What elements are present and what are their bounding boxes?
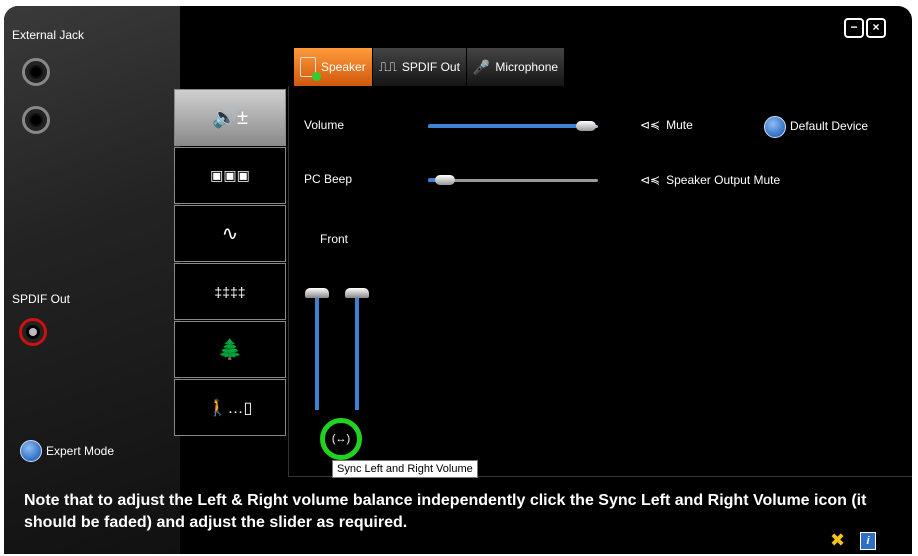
left-channel-slider-track[interactable]	[315, 294, 319, 410]
speaker-settings-sidebar: 🔊± ▣▣▣ ∿ ‡‡‡‡ 🌲 🚶…▯	[174, 89, 286, 437]
speaker-volume-icon: 🔊±	[212, 107, 248, 129]
tab-spdif-out[interactable]: ⎍⎍ SPDIF Out	[372, 48, 467, 86]
default-device-label: Default Device	[790, 119, 869, 133]
left-channel-slider-knob[interactable]	[305, 288, 329, 298]
tab-microphone[interactable]: 🎤 Microphone	[466, 48, 566, 86]
speaker-config-button[interactable]: ▣▣▣	[174, 147, 286, 204]
jack-panel	[4, 6, 180, 554]
waveform-icon: ∿	[221, 223, 239, 245]
muted-speaker-icon: ⊲≼	[640, 118, 661, 132]
expert-mode-label: Expert Mode	[46, 444, 115, 458]
sync-left-right-icon: (↔)	[331, 433, 351, 445]
external-jack-label: External Jack	[12, 28, 85, 42]
speaker-panel	[288, 86, 912, 477]
close-button[interactable]: ×	[866, 18, 886, 38]
external-jack-2[interactable]	[22, 106, 50, 134]
tab-speaker-label: Speaker	[321, 60, 366, 74]
spdif-out-jack[interactable]	[19, 318, 47, 346]
speaker-output-mute-toggle[interactable]: ⊲≼ Speaker Output Mute	[640, 173, 780, 187]
external-jack-1[interactable]	[22, 58, 50, 86]
info-icon[interactable]: i	[860, 532, 876, 550]
device-tabs: Speaker ⎍⎍ SPDIF Out 🎤 Microphone	[294, 48, 566, 86]
equalizer-icon: ‡‡‡‡	[214, 283, 246, 300]
pc-beep-label: PC Beep	[304, 172, 353, 186]
tab-speaker[interactable]: Speaker	[294, 48, 373, 86]
instruction-note: Note that to adjust the Left & Right vol…	[24, 492, 867, 531]
spdif-out-label: SPDIF Out	[12, 292, 71, 306]
speaker-output-mute-label: Speaker Output Mute	[666, 173, 781, 187]
right-channel-slider-track[interactable]	[355, 294, 359, 410]
minimize-button[interactable]: −	[844, 18, 864, 38]
volume-slider-fill	[428, 124, 587, 128]
sound-effects-button[interactable]: ∿	[174, 205, 286, 262]
digital-signal-icon: ⎍⎍	[378, 59, 397, 74]
mute-label: Mute	[666, 118, 693, 132]
front-label: Front	[320, 232, 349, 246]
mute-toggle[interactable]: ⊲≼ Mute	[640, 118, 693, 132]
pc-beep-slider-knob[interactable]	[435, 175, 455, 185]
volume-label: Volume	[304, 118, 345, 132]
microphone-icon: 🎤	[472, 58, 491, 75]
room-correction-button[interactable]: 🚶…▯	[174, 379, 286, 436]
tools-icon[interactable]: ✖	[830, 530, 845, 551]
sync-tooltip: Sync Left and Right Volume	[332, 460, 478, 478]
tab-spdif-label: SPDIF Out	[401, 60, 460, 74]
equalizer-button[interactable]: ‡‡‡‡	[174, 263, 286, 320]
surround-speakers-icon: ▣▣▣	[210, 167, 250, 183]
audio-manager-window: External Jack SPDIF Out Expert Mode − × …	[4, 6, 912, 554]
right-channel-slider-knob[interactable]	[345, 288, 369, 298]
speaker-icon	[300, 57, 321, 81]
window-controls: − ×	[844, 18, 886, 38]
default-device-radio[interactable]	[764, 116, 786, 138]
sync-volume-button[interactable]: (↔)	[320, 418, 362, 460]
volume-settings-button[interactable]: 🔊±	[174, 89, 286, 146]
volume-slider-knob[interactable]	[576, 121, 597, 131]
expert-mode-radio[interactable]	[20, 440, 42, 462]
muted-speaker-icon: ⊲≼	[640, 173, 661, 187]
environment-button[interactable]: 🌲	[174, 321, 286, 378]
room-environment-icon: 🌲	[217, 339, 243, 361]
room-correction-icon: 🚶…▯	[207, 399, 253, 417]
tab-microphone-label: Microphone	[495, 60, 559, 74]
